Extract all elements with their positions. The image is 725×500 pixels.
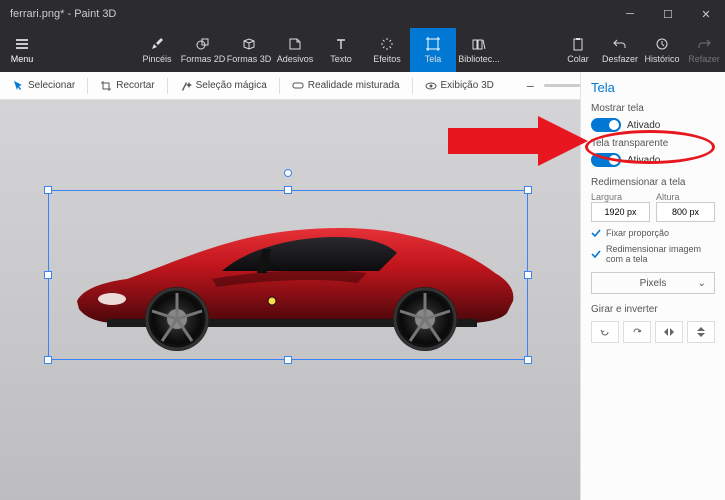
magic-select-icon [180, 80, 192, 92]
ribbon-shapes2d[interactable]: Formas 2D [180, 28, 226, 72]
check-icon [591, 249, 601, 259]
rotate-right-icon [631, 326, 643, 338]
brush-icon [149, 36, 165, 52]
tool-select[interactable]: Selecionar [6, 78, 81, 94]
flip-vertical-button[interactable] [687, 321, 715, 343]
paste-icon [570, 36, 586, 52]
crop-icon [100, 80, 112, 92]
rotate-left-button[interactable] [591, 321, 619, 343]
ribbon-undo[interactable]: Desfazer [599, 28, 641, 72]
canvas-width-input[interactable] [591, 202, 650, 222]
sidebar-title: Tela [591, 80, 715, 95]
ribbon-redo[interactable]: Refazer [683, 28, 725, 72]
tool-magic-select[interactable]: Seleção mágica [174, 78, 273, 94]
show-canvas-state: Ativado [627, 120, 660, 131]
transparent-canvas-label: Tela transparente [591, 138, 715, 149]
transparent-canvas-state: Ativado [627, 155, 660, 166]
unit-select[interactable]: Pixels [591, 272, 715, 294]
flip-v-icon [695, 326, 707, 338]
canvas-height-input[interactable] [656, 202, 715, 222]
menu-button[interactable]: Menu [0, 28, 44, 72]
canvas-icon [425, 36, 441, 52]
resize-handle[interactable] [524, 356, 532, 364]
show-canvas-toggle[interactable] [591, 118, 621, 132]
rotate-left-icon [599, 326, 611, 338]
ribbon-shapes3d[interactable]: Formas 3D [226, 28, 272, 72]
show-canvas-label: Mostrar tela [591, 103, 715, 114]
ribbon-canvas[interactable]: Tela [410, 28, 456, 72]
ribbon: Menu Pincéis Formas 2D Formas 3D Adesivo… [0, 28, 725, 72]
maximize-button[interactable]: ☐ [649, 0, 687, 28]
shapes3d-icon [241, 36, 257, 52]
text-icon [333, 36, 349, 52]
canvas-sidebar: Tela Mostrar tela Ativado Tela transpare… [580, 72, 725, 500]
cursor-icon [12, 80, 24, 92]
resize-handle[interactable] [284, 356, 292, 364]
window-title: ferrari.png* - Paint 3D [10, 8, 611, 20]
lock-ratio-checkbox[interactable]: Fixar proporção [591, 228, 715, 238]
zoom-out-button[interactable]: − [520, 78, 540, 94]
eye-icon [425, 80, 437, 92]
resize-handle[interactable] [524, 271, 532, 279]
resize-handle[interactable] [524, 186, 532, 194]
minimize-button[interactable]: ─ [611, 0, 649, 28]
check-icon [591, 228, 601, 238]
height-label: Altura [656, 192, 715, 202]
effects-icon [379, 36, 395, 52]
ribbon-stickers[interactable]: Adesivos [272, 28, 318, 72]
ribbon-effects[interactable]: Efeitos [364, 28, 410, 72]
rotate-right-button[interactable] [623, 321, 651, 343]
width-label: Largura [591, 192, 650, 202]
title-bar: ferrari.png* - Paint 3D ─ ☐ ✕ [0, 0, 725, 28]
tool-3d-view[interactable]: Exibição 3D [419, 78, 500, 94]
redo-icon [696, 36, 712, 52]
history-icon [654, 36, 670, 52]
rotate-flip-title: Girar e inverter [591, 304, 715, 315]
library-icon [471, 36, 487, 52]
resize-handle[interactable] [44, 356, 52, 364]
ribbon-paste[interactable]: Colar [557, 28, 599, 72]
flip-horizontal-button[interactable] [655, 321, 683, 343]
close-button[interactable]: ✕ [687, 0, 725, 28]
canvas-workspace[interactable] [0, 100, 580, 500]
tool-mixed-reality[interactable]: Realidade misturada [286, 78, 406, 94]
tool-crop[interactable]: Recortar [94, 78, 160, 94]
resize-canvas-title: Redimensionar a tela [591, 177, 715, 188]
selection-box[interactable] [48, 190, 528, 360]
transparent-canvas-toggle[interactable] [591, 153, 621, 167]
rotate-handle[interactable] [284, 169, 292, 177]
resize-handle[interactable] [44, 271, 52, 279]
stickers-icon [287, 36, 303, 52]
flip-h-icon [663, 326, 675, 338]
resize-image-checkbox[interactable]: Redimensionar imagem com a tela [591, 244, 715, 264]
ribbon-text[interactable]: Texto [318, 28, 364, 72]
hamburger-icon [14, 36, 30, 52]
resize-handle[interactable] [284, 186, 292, 194]
ribbon-brushes[interactable]: Pincéis [134, 28, 180, 72]
car-image[interactable] [57, 201, 521, 351]
shapes2d-icon [195, 36, 211, 52]
undo-icon [612, 36, 628, 52]
mixed-reality-icon [292, 80, 304, 92]
ribbon-history[interactable]: Histórico [641, 28, 683, 72]
ribbon-library[interactable]: Bibliotec... [456, 28, 502, 72]
resize-handle[interactable] [44, 186, 52, 194]
